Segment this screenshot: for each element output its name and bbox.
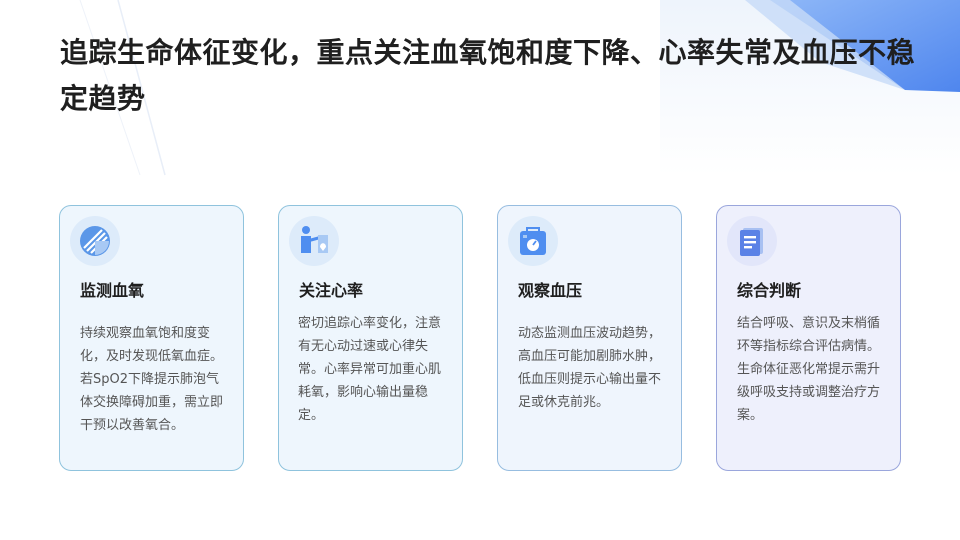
card-oxygen-monitoring: 监测血氧 持续观察血氧饱和度变化，及时发现低氧血症。若SpO2下降提示肺泡气体交… <box>59 205 244 471</box>
card-title: 观察血压 <box>518 281 583 300</box>
card-title: 监测血氧 <box>80 281 145 300</box>
card-title: 综合判断 <box>737 281 802 300</box>
oxygen-gauge-icon <box>70 216 120 266</box>
page-title: 追踪生命体征变化，重点关注血氧饱和度下降、心率失常及血压不稳定趋势 <box>60 36 916 115</box>
card-text: 动态监测血压波动趋势，高血压可能加剧肺水肿，低血压则提示心输出量不足或休克前兆。 <box>518 326 662 410</box>
card-text: 结合呼吸、意识及末梢循环等指标综合评估病情。生命体征恶化常提示需升级呼吸支持或调… <box>737 316 881 423</box>
card-blood-pressure: 观察血压 动态监测血压波动趋势，高血压可能加剧肺水肿，低血压则提示心输出量不足或… <box>497 205 682 471</box>
card-title: 关注心率 <box>299 281 364 300</box>
heart-care-icon <box>289 216 339 266</box>
card-heart-rate: 关注心率 密切追踪心率变化，注意有无心动过速或心律失常。心率异常可加重心肌耗氧，… <box>278 205 463 471</box>
document-icon <box>727 216 777 266</box>
card-comprehensive-assessment: 综合判断 结合呼吸、意识及末梢循环等指标综合评估病情。生命体征恶化常提示需升级呼… <box>716 205 901 471</box>
card-text: 密切追踪心率变化，注意有无心动过速或心律失常。心率异常可加重心肌耗氧，影响心输出… <box>298 316 442 423</box>
card-text: 持续观察血氧饱和度变化，及时发现低氧血症。若SpO2下降提示肺泡气体交换障碍加重… <box>80 326 224 433</box>
blood-pressure-icon <box>508 216 558 266</box>
